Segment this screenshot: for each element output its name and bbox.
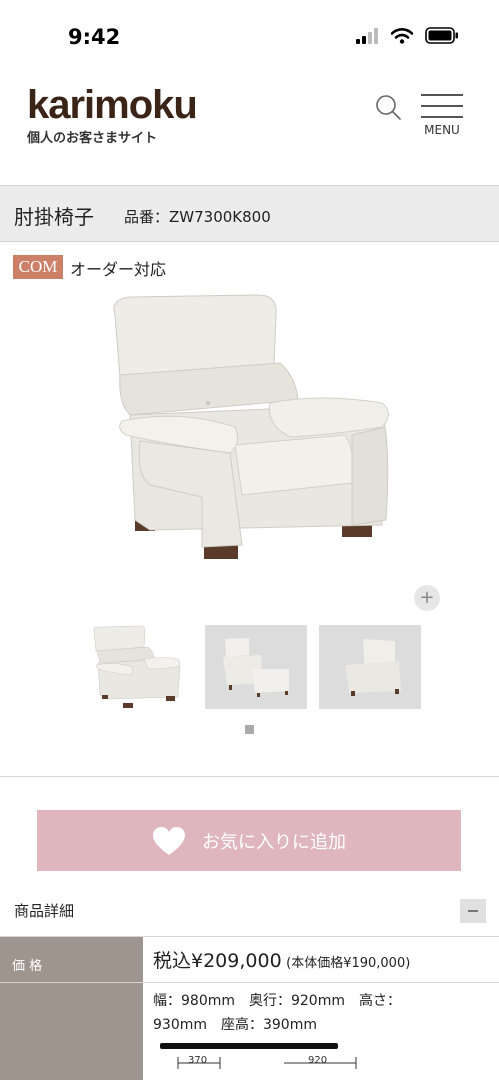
menu-button[interactable]: MENU [420,93,464,141]
logo-wordmark: karimoku [27,83,198,127]
armchair-thumbnail-image [93,625,181,708]
logo-subtitle: 個人のお客さまサイト [27,131,158,146]
section-divider [0,776,499,777]
price-main: 税込¥209,000 [153,950,282,972]
order-support-text: オーダー対応 [70,260,167,279]
price-sub: (本体価格¥190,000) [286,956,411,971]
status-time: 9:42 [68,25,121,49]
product-code: 品番：ZW7300K800 [124,208,271,226]
spec-table: 価 格 税込¥209,000 (本体価格¥190,000) 幅：980mm 奥行… [0,936,499,1080]
menu-icon [421,94,463,96]
product-name: 肘掛椅子 [14,205,94,229]
product-title-bar: 肘掛椅子 品番：ZW7300K800 [0,185,499,242]
status-icons [355,27,459,44]
site-header: karimoku 個人のお客さまサイト MENU [0,75,499,185]
armchair-back-thumbnail-image [319,625,421,709]
thumbnail-back[interactable] [319,625,421,709]
size-line-1: 幅：980mm 奥行：920mm 高さ： [153,993,401,1009]
armchair-ottoman-thumbnail-image [205,625,307,709]
karimoku-logo[interactable]: karimoku 個人のお客さまサイト [27,83,198,146]
wifi-icon [391,27,413,44]
heart-icon [153,826,185,855]
size-label [0,983,143,1080]
signal-icon [356,27,378,44]
price-label: 価 格 [0,937,143,982]
com-badge: COM [13,255,63,279]
thumbnail-front[interactable] [88,625,190,709]
armchair-main-image [113,294,389,559]
search-button[interactable] [374,93,404,123]
dimensions-diagram: 370 920 [160,1043,357,1069]
price-value: 税込¥209,000 (本体価格¥190,000) [143,937,499,976]
zoom-button[interactable]: + [414,585,440,611]
add-to-favorites-button[interactable]: お気に入りに追加 [37,810,461,871]
status-bar: 9:42 [0,0,499,75]
diagram-value-920: 920 [308,1055,327,1066]
collapse-details-button[interactable] [460,899,486,923]
menu-label: MENU [424,123,460,137]
diagram-value-370: 370 [188,1055,207,1066]
size-value: 幅：980mm 奥行：920mm 高さ： 930mm 座高：390mm [143,983,499,1037]
size-row: 幅：980mm 奥行：920mm 高さ： 930mm 座高：390mm 370 … [0,982,499,1080]
favorite-label: お気に入りに追加 [202,831,346,853]
product-details-title: 商品詳細 [14,902,75,920]
search-icon [376,95,401,120]
size-line-2: 930mm 座高：390mm [153,1017,317,1033]
gallery-pager-dot[interactable] [245,725,254,734]
price-row: 価 格 税込¥209,000 (本体価格¥190,000) [0,936,499,982]
battery-icon [425,27,458,44]
thumbnail-with-ottoman[interactable] [205,625,307,709]
